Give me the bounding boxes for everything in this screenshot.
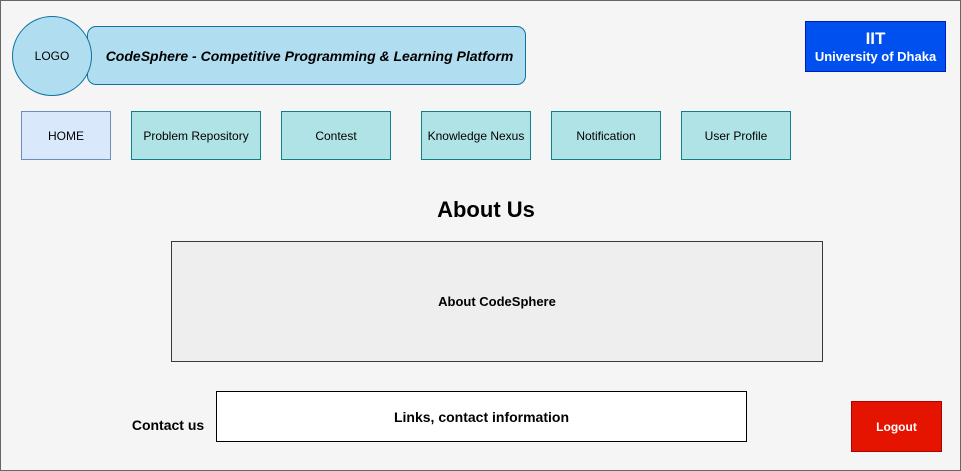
nav-home-button[interactable]: HOME: [21, 111, 111, 160]
nav-knowledge-nexus-label: Knowledge Nexus: [427, 128, 525, 143]
nav-user-profile-label: User Profile: [704, 128, 768, 143]
nav-problem-repository-label: Problem Repository: [143, 128, 249, 143]
logo[interactable]: LOGO: [12, 16, 92, 96]
institution-badge: IIT University of Dhaka: [805, 21, 946, 72]
about-placeholder-text: About CodeSphere: [438, 294, 556, 309]
contact-info-section: Links, contact information: [216, 391, 747, 442]
page-title: About Us: [437, 197, 535, 222]
logout-label: Logout: [876, 419, 917, 434]
logo-label: LOGO: [34, 49, 70, 63]
institution-name: IIT: [865, 28, 886, 48]
platform-title: CodeSphere - Competitive Programming & L…: [105, 47, 514, 64]
nav-notification-button[interactable]: Notification: [551, 111, 661, 160]
university-name: University of Dhaka: [814, 48, 937, 64]
nav-user-profile-button[interactable]: User Profile: [681, 111, 791, 160]
nav-problem-repository-button[interactable]: Problem Repository: [131, 111, 261, 160]
nav-home-label: HOME: [48, 128, 84, 143]
nav-knowledge-nexus-button[interactable]: Knowledge Nexus: [421, 111, 531, 160]
page: LOGO CodeSphere - Competitive Programmin…: [0, 0, 961, 471]
about-section: About CodeSphere: [171, 241, 823, 362]
platform-title-banner: CodeSphere - Competitive Programming & L…: [87, 26, 526, 85]
nav-contest-label: Contest: [315, 128, 357, 143]
contact-us-label: Contact us: [131, 417, 205, 433]
logout-button[interactable]: Logout: [851, 401, 942, 452]
contact-info-text: Links, contact information: [393, 408, 569, 425]
nav-notification-label: Notification: [576, 128, 636, 143]
nav-contest-button[interactable]: Contest: [281, 111, 391, 160]
